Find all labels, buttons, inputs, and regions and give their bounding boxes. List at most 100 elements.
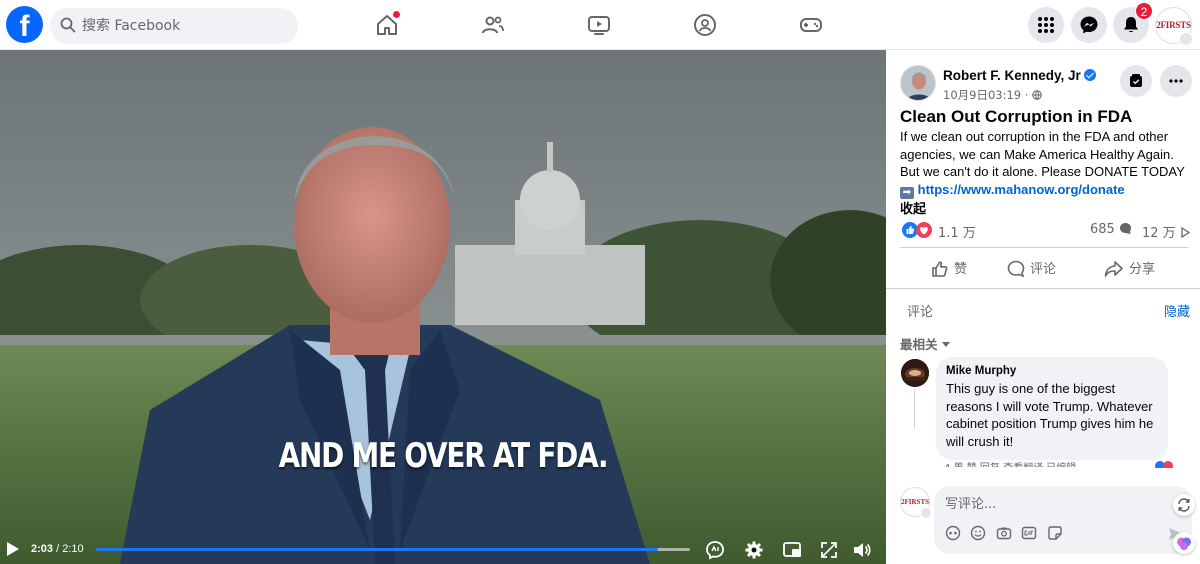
post-body: If we clean out corruption in the FDA an… [900,128,1194,199]
chevron-down-icon [920,507,932,519]
tab-video[interactable] [584,10,614,40]
comment-input[interactable] [945,492,1145,516]
comment-bubble: Mike Murphy This guy is one of the bigge… [936,357,1168,460]
menu-button[interactable] [1028,7,1064,43]
caret-down-icon [941,342,950,347]
video-caption: AND ME OVER AT FDA. [278,436,609,476]
progress-fill [96,548,658,551]
video-controls: 2:03 / 2:10 [0,534,886,564]
author-avatar-image [901,66,935,100]
friends-icon [482,16,504,34]
comment-button[interactable]: 评论 [1007,258,1056,280]
tab-groups[interactable] [690,10,720,40]
commenter-name[interactable]: Mike Murphy [946,365,1158,377]
post-timestamp[interactable]: 10月9日03:19 · [943,88,1032,102]
donate-link[interactable]: https://www.mahanow.org/donate [918,182,1125,197]
progress-bar[interactable] [96,548,690,551]
camera-icon[interactable] [996,525,1012,541]
sticker-icon[interactable] [1047,525,1063,541]
gif-icon[interactable] [1021,525,1037,541]
thumbs-up-icon [932,261,948,277]
save-post-button[interactable] [1120,65,1152,97]
right-arrow-icon: ➡ [900,186,914,199]
comment-meta[interactable]: 4 周 赞 回复 查看翻译 已编辑 [944,459,1174,467]
share-label[interactable]: 分享 [1129,262,1155,277]
post-body-text: If we clean out corruption in the FDA an… [900,129,1185,179]
post-date[interactable]: 10月9日03:19 · [943,87,1042,103]
groups-icon [694,14,716,36]
messenger-icon [1080,16,1098,34]
notification-count-badge: 2 [1135,2,1153,20]
comment-reactions-icon[interactable] [1154,460,1176,468]
comment-sort-dropdown[interactable]: 最相关 [900,334,950,353]
share-icon [1104,261,1123,277]
video-player[interactable]: AND ME OVER AT FDA. 2:03 / 2:10 [0,50,886,564]
notifications-button[interactable]: 2 [1113,2,1153,43]
rotate-icon[interactable] [1173,494,1195,516]
comment-thread-line [914,389,915,429]
picture-in-picture-icon[interactable] [782,540,802,560]
tab-home[interactable] [372,10,402,40]
emoji-icon[interactable] [970,525,986,541]
commenter-avatar-image [901,359,929,387]
post-stats: 1.1 万 685 12 万 [900,221,1191,241]
duration: / 2:10 [56,543,84,555]
hide-comments-button[interactable]: 隐藏 [1164,301,1190,320]
comment-label[interactable]: 评论 [1030,262,1056,277]
current-time: 2:03 [31,543,54,555]
share-count-text[interactable]: 12 万 [1142,226,1176,241]
apps-grid-icon [1038,17,1054,33]
tab-friends[interactable] [478,10,508,40]
search-icon [60,17,76,33]
fullscreen-icon[interactable] [819,540,839,560]
search-input[interactable] [82,8,292,44]
verified-badge-icon [1083,69,1096,81]
volume-icon[interactable] [852,540,872,560]
love-reaction-icon[interactable] [916,222,932,238]
like-button[interactable]: 赞 [931,258,967,280]
gaming-icon [800,18,822,32]
divider [900,247,1188,248]
video-icon [588,16,610,35]
current-user-avatar-text: 2FIRSTS [901,498,930,506]
tab-gaming[interactable] [796,10,826,40]
comment-text: This guy is one of the biggest reasons I… [946,381,1154,449]
settings-gear-icon[interactable] [744,540,764,560]
captions-icon[interactable] [705,540,725,560]
comments-heading: 评论 [907,305,934,320]
composer-toolbar [945,525,1068,546]
like-label[interactable]: 赞 [954,262,967,277]
collapse-link[interactable]: 收起 [900,198,926,217]
avatar-sticker-icon[interactable] [945,525,961,541]
share-count[interactable]: 12 万 [1142,222,1191,241]
sort-label[interactable]: 最相关 [900,337,938,352]
comment-bubble-icon [1119,223,1131,234]
comment-count-text[interactable]: 685 [1090,222,1115,237]
share-button[interactable]: 分享 [1104,258,1155,280]
share-arrow-icon [1181,226,1191,239]
author-name[interactable]: Robert F. Kennedy, Jr [943,68,1081,83]
comment-icon [1007,260,1025,278]
divider [886,288,1200,289]
top-navigation-bar: f 2 2FIRSTS [0,0,1200,50]
comment-composer[interactable] [934,486,1192,554]
search-box[interactable] [50,8,298,44]
post-panel: Robert F. Kennedy, Jr 10月9日03:19 · Clean… [886,50,1200,564]
account-avatar[interactable]: 2FIRSTS [1155,7,1193,46]
current-user-avatar[interactable]: 2FIRSTS [900,487,932,519]
post-title: Clean Out Corruption in FDA [900,107,1133,126]
play-icon[interactable] [6,541,20,557]
video-frame [0,50,886,564]
account-avatar-text: 2FIRSTS [1156,20,1191,30]
ai-assistant-icon[interactable] [1173,532,1195,554]
more-options-button[interactable] [1160,65,1192,97]
reaction-count[interactable]: 1.1 万 [938,222,976,241]
more-horizontal-icon [1169,79,1183,83]
facebook-logo[interactable]: f [6,6,43,43]
time-display: 2:03 / 2:10 [31,543,84,555]
commenter-avatar[interactable] [901,359,929,387]
author-avatar[interactable] [900,65,936,101]
post-author[interactable]: Robert F. Kennedy, Jr [943,68,1096,83]
messenger-button[interactable] [1071,7,1107,43]
comment-count[interactable]: 685 [1090,222,1132,237]
